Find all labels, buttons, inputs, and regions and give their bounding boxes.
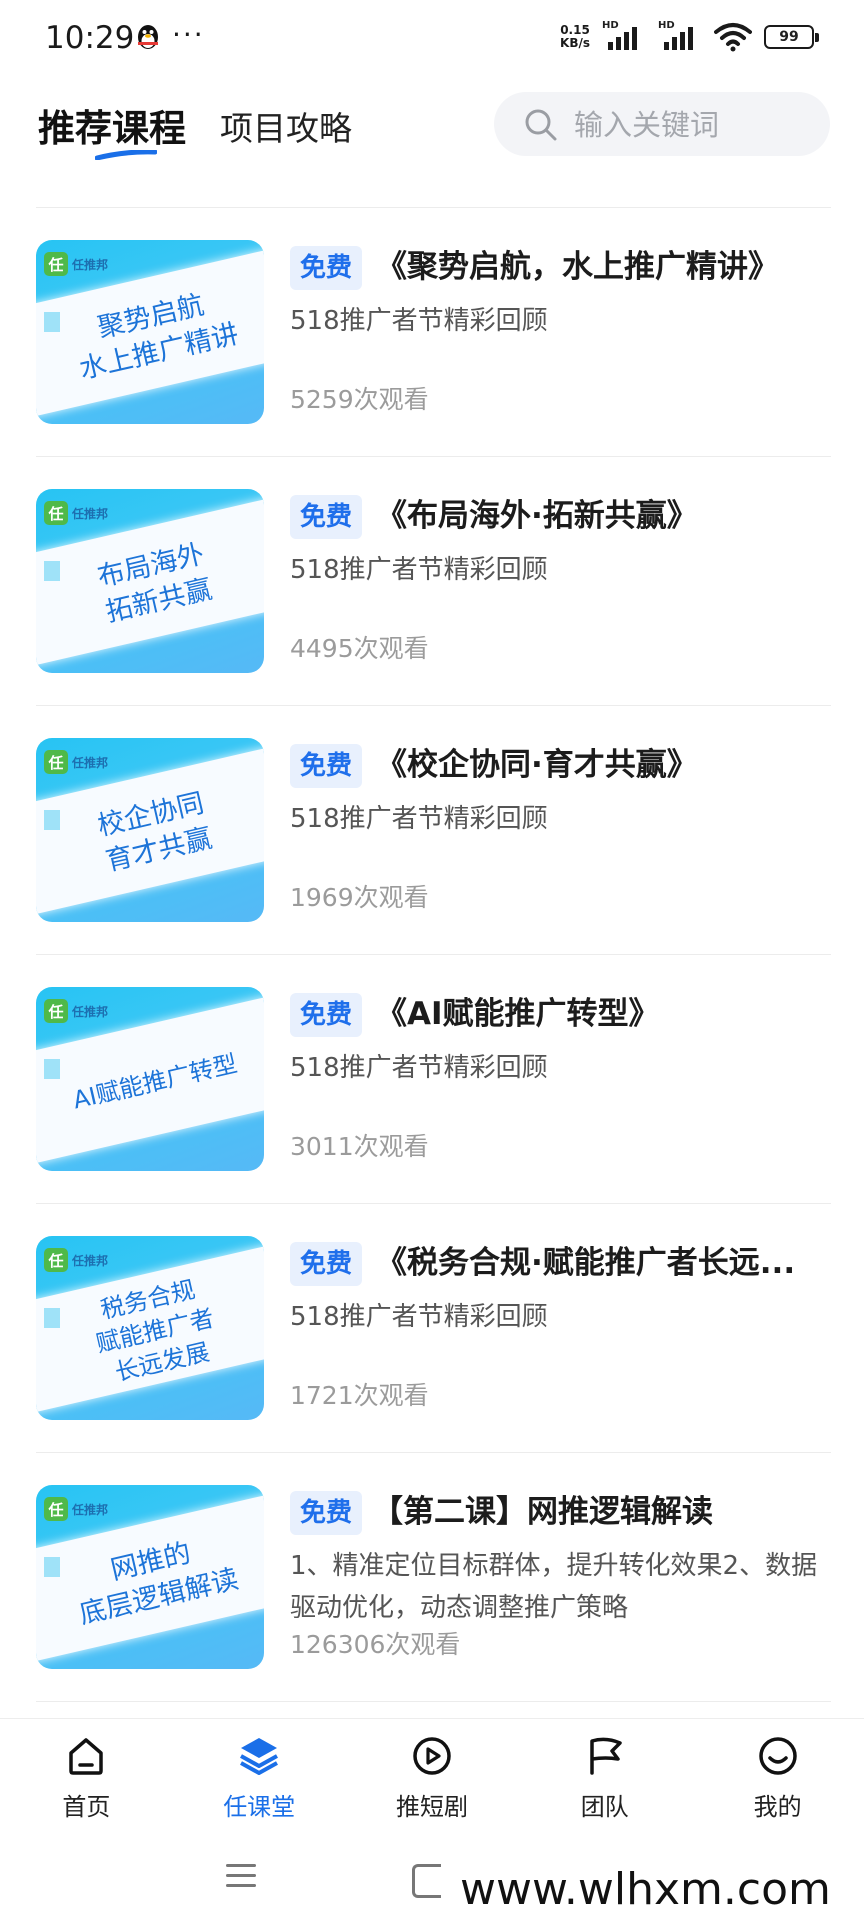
- view-count: 4495次观看: [290, 634, 429, 663]
- status-bar: 10:29 ··· 0.15 KB/s HD HD 99: [0, 0, 864, 80]
- course-item[interactable]: 任任推邦 聚势启航 水上推广精讲 免费 《聚势启航，水上推广精讲》 518推广者节…: [36, 208, 831, 457]
- nav-item-classroom[interactable]: 任课堂: [173, 1719, 346, 1829]
- course-subtitle: 518推广者节精彩回顾: [290, 804, 548, 834]
- nav-item-home[interactable]: 首页: [0, 1719, 173, 1829]
- course-item[interactable]: 任任推邦 网推的 底层逻辑解读 免费 【第二课】网推逻辑解读 1、精准定位目标群体…: [36, 1453, 831, 1702]
- course-title: 《校企协同·育才共赢》: [376, 747, 698, 783]
- course-thumbnail: 任任推邦 校企协同 育才共赢: [36, 738, 264, 922]
- course-item[interactable]: 任任推邦 税务合规 赋能推广者 长远发展 免费 《税务合规·赋能推广者长远... 5…: [36, 1204, 831, 1453]
- system-home-icon[interactable]: [412, 1864, 441, 1898]
- tab-active-indicator: [95, 150, 157, 160]
- battery-icon: 99: [764, 25, 819, 49]
- free-badge: 免费: [290, 1491, 363, 1535]
- nav-item-team[interactable]: 团队: [518, 1719, 691, 1829]
- view-count: 5259次观看: [290, 385, 429, 414]
- course-title: 【第二课】网推逻辑解读: [372, 1494, 713, 1530]
- course-title: 《AI赋能推广转型》: [376, 996, 660, 1032]
- search-input[interactable]: [572, 102, 806, 148]
- free-badge: 免费: [290, 246, 363, 290]
- free-badge: 免费: [290, 744, 363, 788]
- layers-icon: [240, 1738, 279, 1775]
- renbangbang-logo: 任任推邦: [44, 750, 108, 774]
- network-speed: 0.15 KB/s: [560, 23, 590, 50]
- renbangbang-logo: 任任推邦: [44, 1497, 108, 1521]
- course-subtitle: 1、精准定位目标群体，提升转化效果2、数据驱动优化，动态调整推广策略: [290, 1551, 818, 1623]
- course-thumbnail: 任任推邦 聚势启航 水上推广精讲: [36, 240, 264, 424]
- course-thumbnail: 任任推邦 税务合规 赋能推广者 长远发展: [36, 1236, 264, 1420]
- wifi-icon: [714, 23, 752, 52]
- free-badge: 免费: [290, 1242, 363, 1286]
- course-thumbnail: 任任推邦 AI赋能推广转型: [36, 987, 264, 1171]
- watermark-text: www.wlhxm.com: [452, 1864, 839, 1915]
- renbangbang-logo: 任任推邦: [44, 501, 108, 525]
- recent-apps-icon[interactable]: [226, 1864, 256, 1894]
- smile-icon: [758, 1737, 797, 1775]
- course-thumbnail: 任任推邦 网推的 底层逻辑解读: [36, 1485, 264, 1669]
- free-badge: 免费: [290, 495, 363, 539]
- status-time: 10:29: [45, 20, 135, 56]
- free-badge: 免费: [290, 993, 363, 1037]
- more-notifications-icon: ···: [172, 18, 205, 51]
- signal-sim1-icon: HD: [602, 20, 646, 54]
- qq-penguin-icon: [138, 25, 158, 49]
- course-list: 任任推邦 聚势启航 水上推广精讲 免费 《聚势启航，水上推广精讲》 518推广者节…: [36, 207, 831, 1702]
- nav-item-mine[interactable]: 我的: [691, 1719, 864, 1829]
- flag-icon: [590, 1737, 622, 1775]
- nav-item-short-drama[interactable]: 推短剧: [346, 1719, 519, 1829]
- view-count: 1721次观看: [290, 1381, 429, 1410]
- bottom-nav: 首页 任课堂 推短剧 团队 我的: [0, 1718, 864, 1829]
- course-subtitle: 518推广者节精彩回顾: [290, 1053, 548, 1083]
- tab-recommended-courses[interactable]: 推荐课程: [38, 98, 186, 152]
- course-item[interactable]: 任任推邦 布局海外 拓新共赢 免费 《布局海外·拓新共赢》 518推广者节精彩回顾…: [36, 457, 831, 706]
- tab-project-guides[interactable]: 项目攻略: [220, 102, 352, 150]
- view-count: 126306次观看: [290, 1630, 461, 1659]
- course-item[interactable]: 任任推邦 校企协同 育才共赢 免费 《校企协同·育才共赢》 518推广者节精彩回顾…: [36, 706, 831, 955]
- course-item[interactable]: 任任推邦 AI赋能推广转型 免费 《AI赋能推广转型》 518推广者节精彩回顾 …: [36, 955, 831, 1204]
- play-icon: [413, 1737, 451, 1775]
- search-box[interactable]: [494, 92, 830, 156]
- course-subtitle: 518推广者节精彩回顾: [290, 555, 548, 585]
- renbangbang-logo: 任任推邦: [44, 1248, 108, 1272]
- course-title: 《税务合规·赋能推广者长远...: [376, 1245, 796, 1281]
- home-icon: [69, 1738, 104, 1775]
- course-subtitle: 518推广者节精彩回顾: [290, 306, 548, 336]
- view-count: 3011次观看: [290, 1132, 429, 1161]
- course-thumbnail: 任任推邦 布局海外 拓新共赢: [36, 489, 264, 673]
- course-title: 《布局海外·拓新共赢》: [376, 498, 698, 534]
- course-subtitle: 518推广者节精彩回顾: [290, 1302, 548, 1332]
- signal-sim2-icon: HD: [658, 20, 702, 54]
- renbangbang-logo: 任任推邦: [44, 252, 108, 276]
- renbangbang-logo: 任任推邦: [44, 999, 108, 1023]
- view-count: 1969次观看: [290, 883, 429, 912]
- course-title: 《聚势启航，水上推广精讲》: [376, 249, 779, 285]
- search-icon: [525, 109, 557, 141]
